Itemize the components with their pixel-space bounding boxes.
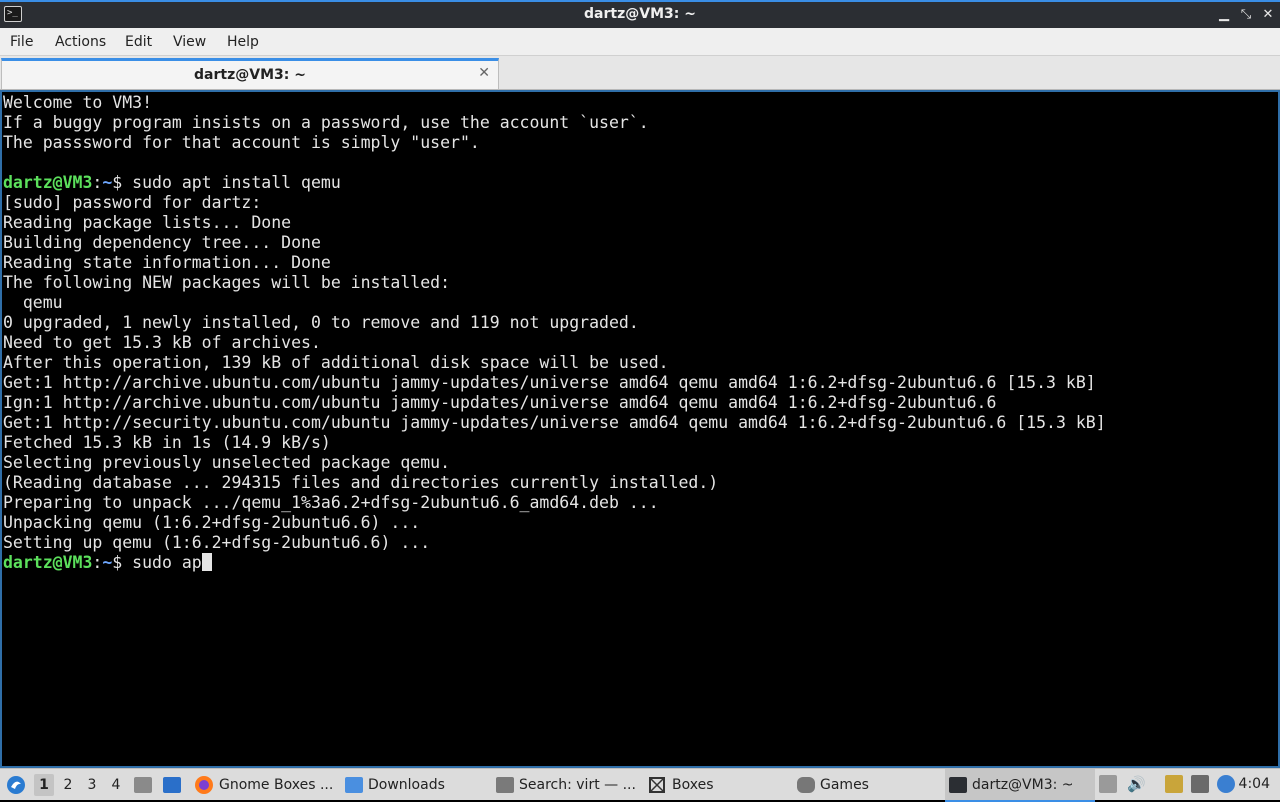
- workspace-3[interactable]: 3: [82, 774, 102, 796]
- terminal-line: Unpacking qemu (1:6.2+dfsg-2ubuntu6.6) .…: [3, 513, 421, 532]
- firefox-icon: [195, 775, 213, 794]
- menu-view[interactable]: View: [173, 34, 206, 50]
- terminal-line: (Reading database ... 294315 files and d…: [3, 473, 719, 492]
- window-titlebar: >_ dartz@VM3: ~ ▁ ⤡ ✕: [0, 0, 1280, 28]
- tab-title: dartz@VM3: ~: [194, 67, 306, 83]
- terminal-input-line[interactable]: dartz@VM3:~$ sudo ap: [3, 553, 1106, 573]
- notification-icon[interactable]: [1217, 775, 1235, 793]
- start-menu-icon: [7, 775, 25, 794]
- task-terminal[interactable]: dartz@VM3: ~: [945, 769, 1095, 802]
- terminal-line: If a buggy program insists on a password…: [3, 113, 649, 132]
- battery-icon[interactable]: [1099, 775, 1117, 793]
- quicklaunch-files[interactable]: [134, 769, 152, 800]
- task-gnome-boxes[interactable]: Gnome Boxes ...: [194, 769, 336, 800]
- terminal-line: Get:1 http://security.ubuntu.com/ubuntu …: [3, 413, 1106, 432]
- boxes-icon: [649, 776, 665, 793]
- terminal-output: Welcome to VM3! If a buggy program insist…: [3, 93, 1106, 573]
- folder-icon: [345, 776, 363, 793]
- menu-edit[interactable]: Edit: [125, 34, 152, 50]
- terminal-line: The passsword for that account is simply…: [3, 133, 480, 152]
- task-downloads[interactable]: Downloads: [345, 769, 487, 800]
- terminal-line: Reading package lists... Done: [3, 213, 292, 232]
- current-command-input[interactable]: $ sudo ap: [112, 553, 201, 572]
- terminal-line: After this operation, 139 kB of addition…: [3, 353, 669, 372]
- terminal-line: Building dependency tree... Done: [3, 233, 321, 252]
- file-manager-icon: [134, 776, 152, 793]
- search-app-icon: [496, 776, 514, 793]
- terminal-line: Reading state information... Done: [3, 253, 331, 272]
- menu-file[interactable]: File: [10, 34, 33, 50]
- prompt-path: ~: [102, 173, 113, 192]
- prompt-path: ~: [102, 553, 113, 572]
- command-text: $ sudo apt install qemu: [112, 173, 341, 192]
- task-search[interactable]: Search: virt — ...: [496, 769, 638, 800]
- workspace-2[interactable]: 2: [58, 774, 78, 796]
- text-cursor: [201, 553, 212, 571]
- close-window-button[interactable]: ✕: [1258, 5, 1278, 25]
- terminal-line: The following NEW packages will be insta…: [3, 273, 451, 292]
- network-icon[interactable]: [1191, 775, 1209, 793]
- terminal-line: Setting up qemu (1:6.2+dfsg-2ubuntu6.6) …: [3, 533, 431, 552]
- terminal-line: Selecting previously unselected package …: [3, 453, 451, 472]
- prompt-user: dartz@VM3: [3, 553, 93, 572]
- terminal-view[interactable]: Welcome to VM3! If a buggy program insist…: [0, 90, 1280, 768]
- terminal-line: Get:1 http://archive.ubuntu.com/ubuntu j…: [3, 373, 1096, 392]
- task-label: Gnome Boxes ...: [219, 776, 334, 793]
- volume-icon[interactable]: 🔊: [1127, 775, 1146, 793]
- workspace-4[interactable]: 4: [106, 774, 126, 796]
- task-label: Games: [820, 776, 869, 793]
- clipboard-icon[interactable]: [1165, 775, 1183, 793]
- minimize-button[interactable]: ▁: [1214, 5, 1234, 25]
- menu-help[interactable]: Help: [227, 34, 259, 50]
- terminal-line: Need to get 15.3 kB of archives.: [3, 333, 321, 352]
- prompt-user: dartz@VM3: [3, 173, 93, 192]
- menu-actions[interactable]: Actions: [55, 34, 106, 50]
- task-games[interactable]: Games: [797, 769, 939, 800]
- task-boxes[interactable]: Boxes: [647, 769, 789, 800]
- restore-button[interactable]: ⤡: [1236, 5, 1256, 25]
- quicklaunch-desktop[interactable]: [163, 769, 181, 800]
- terminal-line: Ign:1 http://archive.ubuntu.com/ubuntu j…: [3, 393, 997, 412]
- terminal-line: Fetched 15.3 kB in 1s (14.9 kB/s): [3, 433, 331, 452]
- prompt-separator: :: [92, 173, 103, 192]
- terminal-line: Preparing to unpack .../qemu_1%3a6.2+dfs…: [3, 493, 659, 512]
- show-desktop-icon: [163, 776, 181, 793]
- tab-terminal[interactable]: dartz@VM3: ~ ✕: [1, 58, 499, 89]
- prompt-separator: :: [92, 553, 103, 572]
- task-label: Downloads: [368, 776, 445, 793]
- terminal-line: dartz@VM3:~$ sudo apt install qemu: [3, 173, 1106, 193]
- gamepad-icon: [797, 776, 815, 793]
- task-label: dartz@VM3: ~: [972, 776, 1074, 793]
- terminal-line: [sudo] password for dartz:: [3, 193, 262, 212]
- start-menu-button[interactable]: [6, 769, 26, 800]
- clock: 4:04: [1238, 776, 1270, 792]
- task-label: Boxes: [672, 776, 714, 793]
- terminal-icon: [949, 776, 967, 793]
- terminal-line: qemu: [3, 293, 63, 312]
- workspace-1[interactable]: 1: [34, 774, 54, 796]
- task-label: Search: virt — ...: [519, 776, 636, 793]
- tab-bar: dartz@VM3: ~ ✕: [0, 56, 1280, 90]
- terminal-line: 0 upgraded, 1 newly installed, 0 to remo…: [3, 313, 639, 332]
- tab-close-icon[interactable]: ✕: [478, 65, 490, 81]
- taskbar: 1 2 3 4 Gnome Boxes ... Downloads Search…: [0, 768, 1280, 802]
- menu-bar: File Actions Edit View Help: [0, 28, 1280, 56]
- window-title: dartz@VM3: ~: [584, 6, 696, 22]
- terminal-line: Welcome to VM3!: [3, 93, 153, 112]
